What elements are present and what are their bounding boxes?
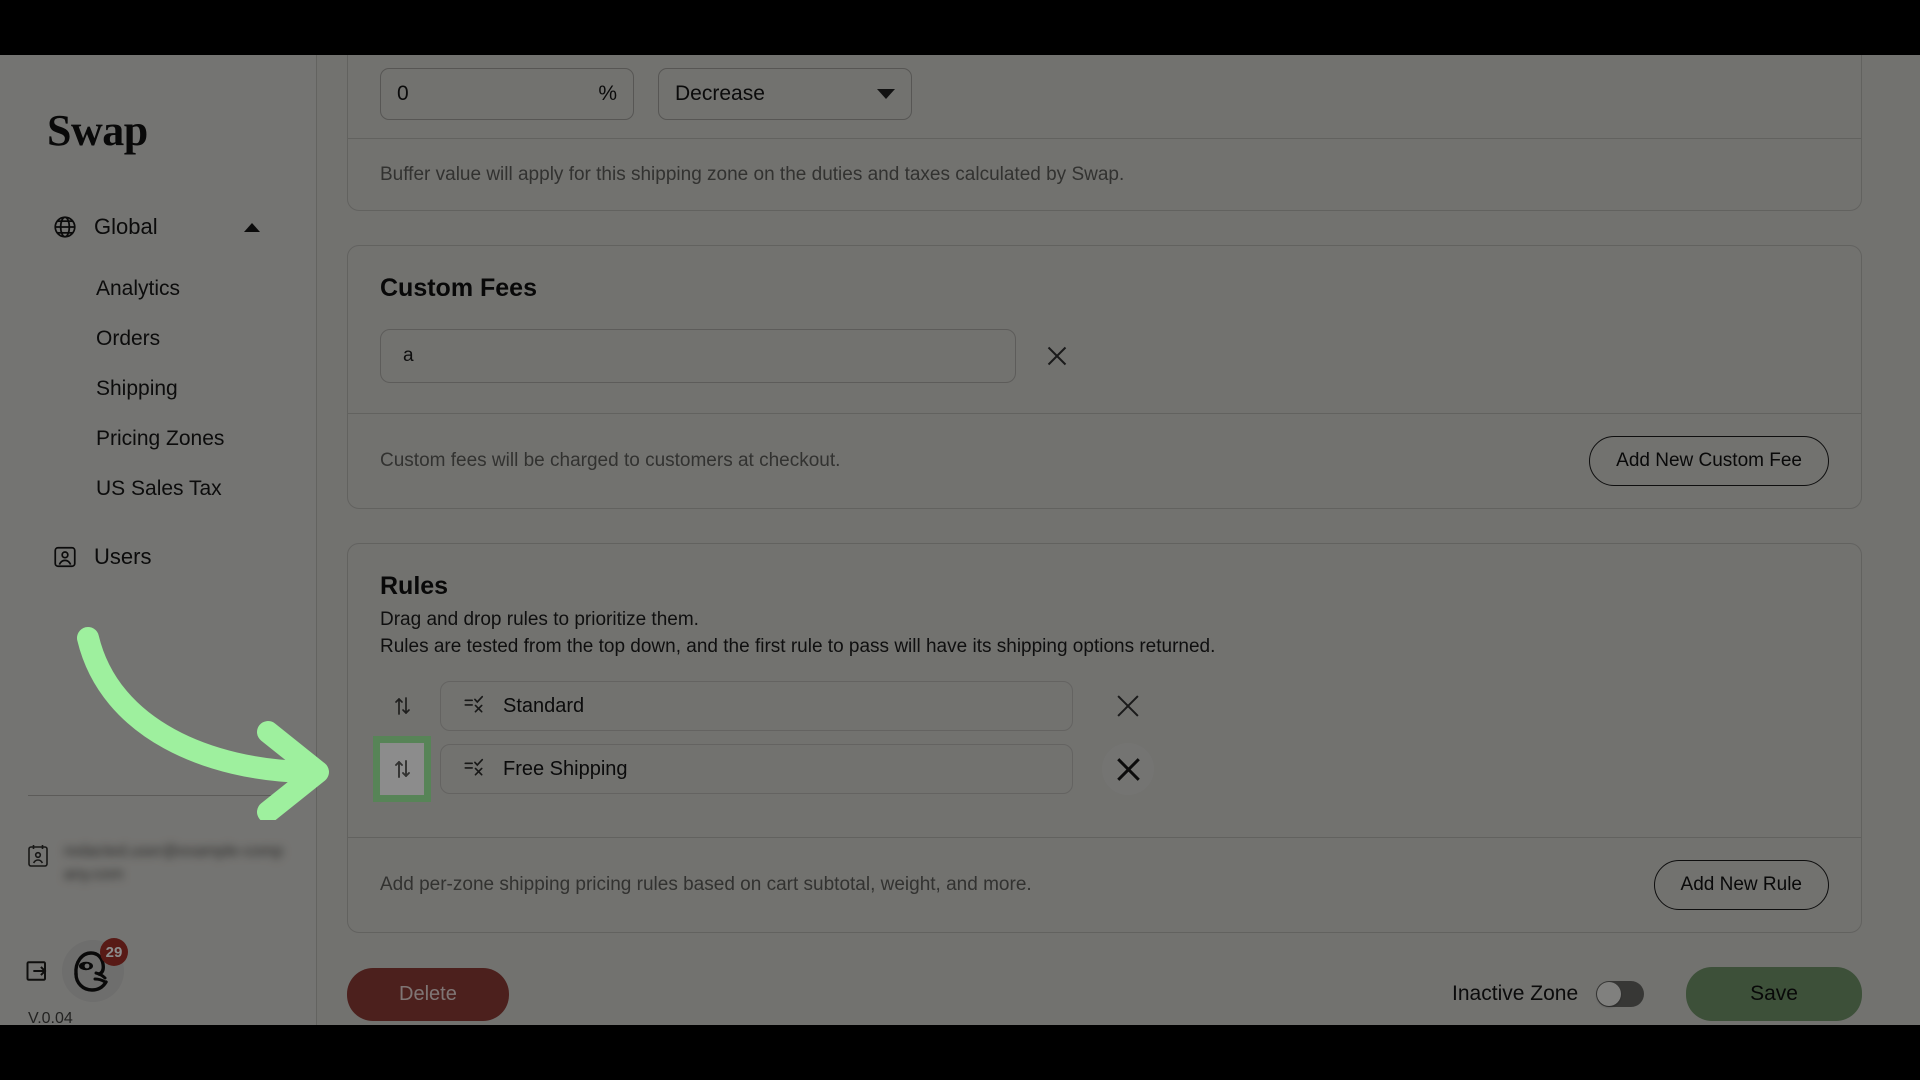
buffer-direction-value: Decrease [675,82,765,105]
delete-button[interactable]: Delete [347,967,509,1021]
inactive-zone-toggle[interactable] [1596,981,1645,1008]
add-new-rule-button[interactable]: Add New Rule [1653,860,1829,911]
sidebar-nav: Global Analytics Orders Shipping Pricing… [0,204,316,586]
rules-subtitle-2: Rules are tested from the top down, and … [380,636,1216,658]
percent-unit-label: % [598,82,617,105]
buffer-percent-input[interactable]: 0 % [380,68,634,120]
buffer-direction-select[interactable]: Decrease [658,68,912,120]
buffer-note: Buffer value will apply for this shippin… [380,163,1125,185]
rule-row: Standard [380,681,1829,732]
inactive-zone-label: Inactive Zone [1452,982,1579,1006]
sidebar-bottom-row: 29 [24,938,128,1002]
buffer-card-footer: Buffer value will apply for this shippin… [348,138,1861,210]
buffer-percent-value: 0 [397,82,409,105]
save-button[interactable]: Save [1686,967,1862,1022]
rule-box[interactable]: Standard [440,681,1073,732]
custom-fee-value: a [403,345,414,366]
rule-label: Standard [503,694,585,717]
buffer-card: 0 % Decrease Buffer value will apply for… [347,55,1862,211]
sidebar-group-label: Global [94,214,158,239]
screen-root: Swap Global Analytics Orders Shipping Pr… [0,0,1920,1080]
rule-row: Free Shipping [373,736,1829,803]
chevron-up-icon [244,222,260,232]
account-email: redacted.user@example-company.com [64,843,284,884]
sidebar-item-shipping[interactable]: Shipping [0,364,316,414]
buffer-controls: 0 % Decrease [380,68,1829,120]
remove-rule-icon[interactable] [1102,743,1154,796]
remove-custom-fee-icon[interactable] [1042,341,1072,371]
rules-footer: Add per-zone shipping pricing rules base… [348,837,1861,932]
rules-subtitle-1: Drag and drop rules to prioritize them. [380,609,699,630]
custom-fee-row: a [380,329,1829,383]
sidebar: Swap Global Analytics Orders Shipping Pr… [0,55,317,1027]
main-content: 0 % Decrease Buffer value will apply for… [317,55,1920,1025]
buffer-card-body: 0 % Decrease [348,55,1861,138]
sidebar-item-analytics[interactable]: Analytics [0,264,316,314]
sidebar-subnav: Analytics Orders Shipping Pricing Zones … [0,264,316,514]
rules-note: Add per-zone shipping pricing rules base… [380,874,1032,896]
rule-label: Free Shipping [503,757,628,780]
rules-body: Rules Drag and drop rules to prioritize … [348,544,1861,837]
sidebar-item-users[interactable]: Users [0,528,316,586]
sidebar-item-users-label: Users [94,544,152,569]
custom-fees-footer: Custom fees will be charged to customers… [348,413,1861,508]
sidebar-divider [28,795,294,796]
rules-card: Rules Drag and drop rules to prioritize … [347,543,1862,934]
custom-fees-body: Custom Fees a [348,246,1861,413]
chevron-down-icon [877,89,895,99]
rule-check-x-icon [463,756,485,783]
drag-updown-icon[interactable] [380,684,424,728]
sidebar-group-global[interactable]: Global [0,204,316,250]
globe-icon [52,214,78,240]
custom-fees-note: Custom fees will be charged to customers… [380,450,841,471]
contact-card-icon [26,843,50,869]
rules-title: Rules [380,572,449,600]
drag-updown-icon[interactable] [373,736,431,803]
avatar[interactable]: 29 [62,938,128,1002]
sidebar-item-us-sales-tax[interactable]: US Sales Tax [0,464,316,514]
account-row[interactable]: redacted.user@example-company.com [26,840,291,886]
rules-list: Standard Free Shipping [373,681,1829,803]
toggle-knob [1597,982,1622,1007]
custom-fee-input[interactable]: a [380,329,1016,383]
logout-icon[interactable] [24,957,52,985]
sidebar-item-orders[interactable]: Orders [0,314,316,364]
custom-fees-card: Custom Fees a Custom fees will be charge… [347,245,1862,509]
version-label: V.0.04 [28,1010,73,1027]
action-bar: Delete Inactive Zone Save [347,967,1862,1022]
application-page: Swap Global Analytics Orders Shipping Pr… [0,55,1920,1027]
brand-logo: Swap [47,106,148,155]
user-card-icon [52,544,78,570]
rule-check-x-icon [463,693,485,720]
add-new-custom-fee-button[interactable]: Add New Custom Fee [1589,436,1829,486]
sidebar-item-pricing-zones[interactable]: Pricing Zones [0,414,316,464]
remove-rule-icon[interactable] [1111,689,1145,723]
rule-box[interactable]: Free Shipping [440,744,1073,795]
notification-badge: 29 [100,938,128,966]
custom-fees-title: Custom Fees [380,274,537,302]
